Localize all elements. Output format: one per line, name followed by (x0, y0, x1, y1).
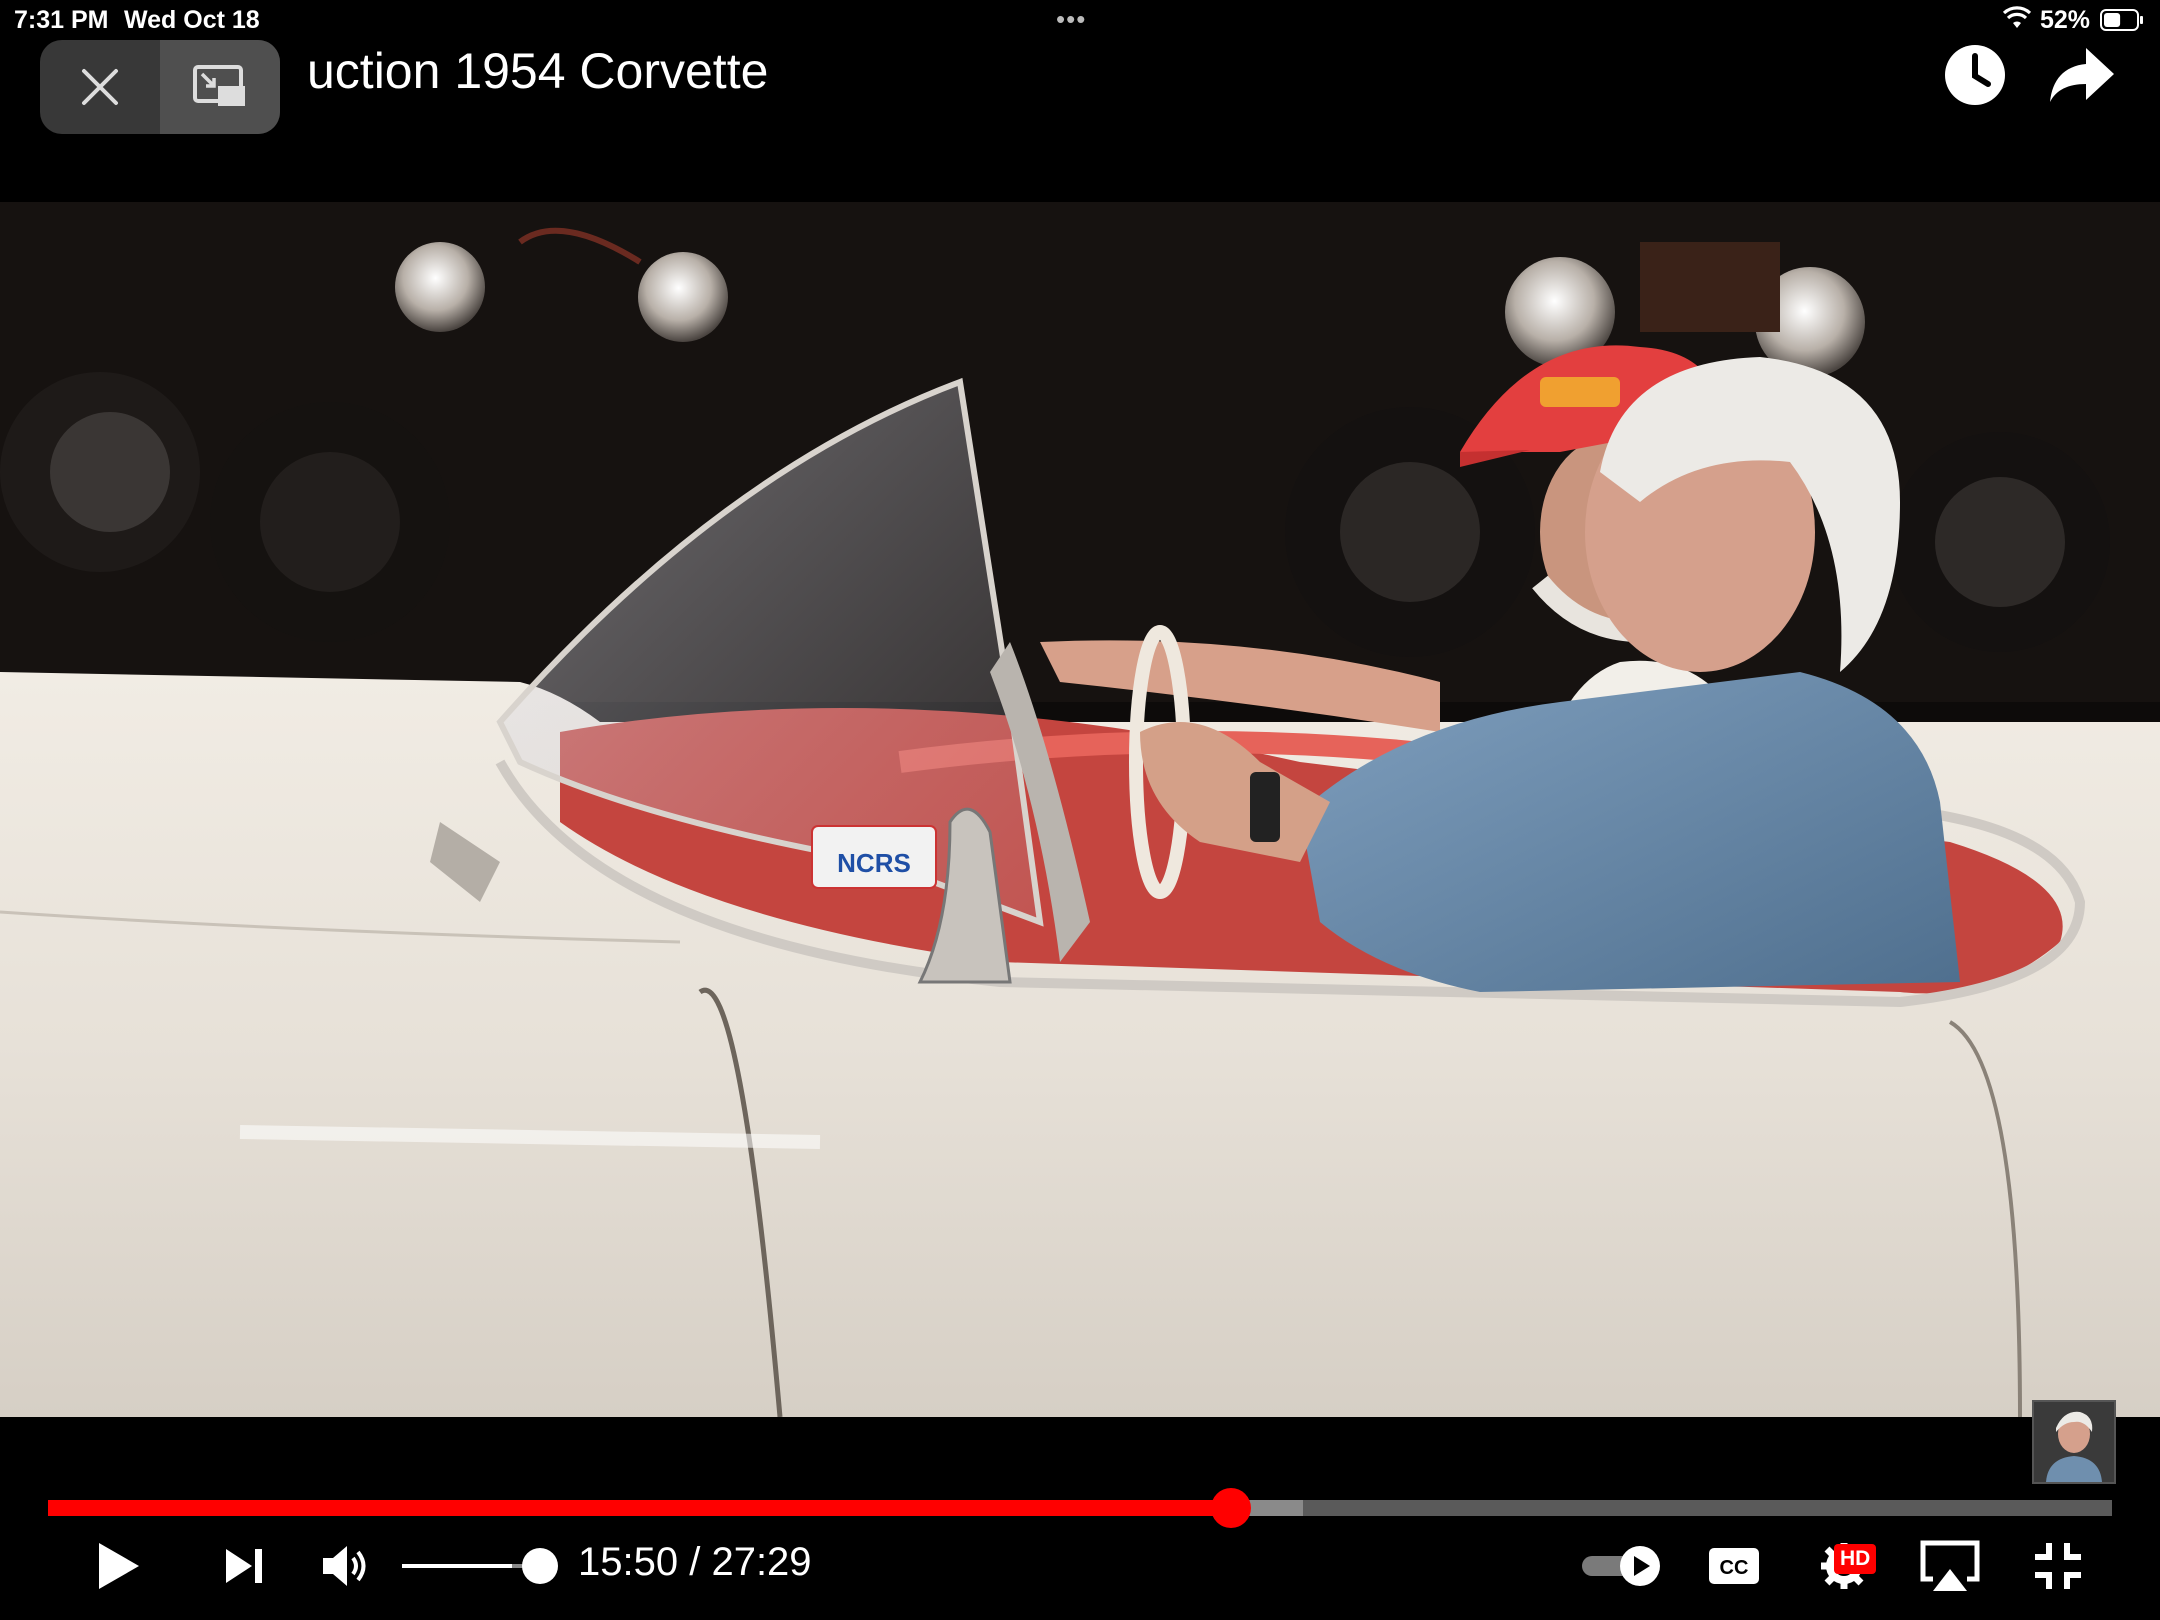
close-icon (82, 69, 118, 105)
multitask-dots[interactable]: ••• (1056, 4, 1086, 35)
volume-icon (323, 1546, 366, 1586)
current-time: 15:50 (578, 1540, 679, 1584)
volume-button[interactable] (316, 1536, 376, 1596)
thumbnail-image (2034, 1402, 2114, 1482)
play-button[interactable] (88, 1536, 148, 1596)
volume-slider[interactable] (402, 1564, 540, 1568)
volume-knob[interactable] (522, 1548, 559, 1584)
progress-scrubber[interactable] (1210, 1488, 1251, 1528)
time-separator: / (678, 1540, 712, 1584)
status-bar: 7:31 PM Wed Oct 18 ••• 52% (0, 0, 2160, 40)
play-icon (99, 1543, 139, 1589)
hd-badge: HD (1834, 1544, 1877, 1574)
captions-button[interactable]: CC (1706, 1536, 1762, 1596)
autoplay-toggle-icon (1582, 1546, 1660, 1586)
watch-later-button[interactable] (1940, 40, 2010, 110)
wifi-icon (2002, 6, 2032, 28)
airplay-icon (1920, 1540, 1980, 1591)
pip-controls (40, 40, 280, 134)
battery-icon (2100, 9, 2143, 31)
captions-icon: CC (1709, 1548, 1759, 1584)
time-display: 15:50 / 27:29 (578, 1540, 812, 1585)
next-button[interactable] (214, 1536, 274, 1596)
exit-fullscreen-icon (2035, 1543, 2081, 1589)
status-time: 7:31 PM (14, 6, 109, 34)
ncrs-sticker: NCRS (837, 848, 911, 878)
airplay-button[interactable] (1918, 1536, 1982, 1596)
next-icon (226, 1549, 262, 1583)
autoplay-toggle[interactable] (1580, 1536, 1664, 1596)
battery-percent: 52% (2040, 6, 2091, 34)
video-title: uction 1954 Corvette (307, 43, 769, 99)
exit-fullscreen-button[interactable] (2028, 1536, 2088, 1596)
status-date: Wed Oct 18 (124, 6, 260, 34)
svg-text:CC: CC (1720, 1557, 1749, 1579)
progress-played (48, 1500, 1231, 1516)
pip-restore-button[interactable] (160, 40, 280, 134)
progress-bar[interactable] (48, 1488, 2112, 1528)
share-icon (2050, 48, 2114, 102)
video-frame[interactable]: NCRS (0, 202, 2160, 1417)
pip-restore-icon (193, 65, 245, 106)
channel-thumbnail[interactable] (2032, 1400, 2116, 1484)
duration: 27:29 (711, 1540, 812, 1584)
share-button[interactable] (2046, 40, 2116, 110)
pip-close-button[interactable] (40, 40, 160, 134)
clock-icon (1945, 45, 2005, 105)
